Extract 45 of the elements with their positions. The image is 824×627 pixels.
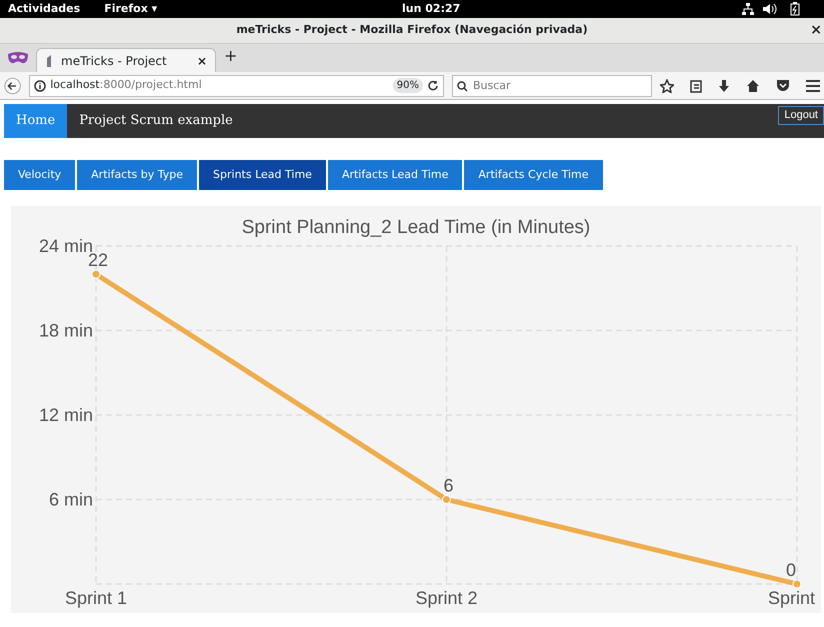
- zoom-badge[interactable]: 90%: [392, 78, 423, 93]
- chart-tab[interactable]: Artifacts Lead Time: [328, 160, 462, 190]
- chart-tab[interactable]: Velocity: [4, 160, 76, 190]
- back-icon[interactable]: [4, 76, 22, 96]
- x-tick-label: Sprint 1: [64, 588, 128, 608]
- page-icon: [45, 54, 53, 66]
- data-point: [442, 495, 451, 504]
- chart-title: Sprint Planning_2 Lead Time (in Minutes): [242, 217, 590, 238]
- y-tick-label: 18 min: [38, 320, 93, 340]
- nav-link[interactable]: Home: [4, 104, 68, 138]
- new-tab-button[interactable]: +: [224, 44, 238, 68]
- network-icon[interactable]: [742, 3, 754, 15]
- pocket-icon[interactable]: [776, 79, 790, 92]
- data-label: 0: [786, 560, 796, 580]
- y-tick-label: 12 min: [38, 405, 93, 425]
- close-button[interactable]: ×: [810, 20, 822, 41]
- browser-tab[interactable]: meTricks - Project ×: [36, 48, 216, 72]
- clipboard-icon[interactable]: [690, 78, 702, 92]
- download-icon[interactable]: [718, 78, 730, 92]
- data-point: [792, 580, 802, 588]
- url-text[interactable]: localhost:8000/project.html: [50, 77, 389, 94]
- window-title: meTricks - Project - Mozilla Firefox (Navegación privada): [236, 22, 588, 38]
- chart-tab[interactable]: Sprints Lead Time: [199, 160, 326, 190]
- star-icon[interactable]: [660, 78, 674, 92]
- logout-button[interactable]: Logout: [778, 106, 824, 124]
- app-menu[interactable]: Firefox ▾: [104, 0, 158, 18]
- x-tick-label: Sprint: [768, 588, 815, 608]
- chart-tab[interactable]: Artifacts Cycle Time: [464, 160, 603, 190]
- info-icon[interactable]: [34, 80, 46, 92]
- chart-tab[interactable]: Artifacts by Type: [77, 160, 198, 190]
- activities-button[interactable]: Actividades: [8, 0, 80, 18]
- home-icon[interactable]: [746, 78, 760, 92]
- search-field[interactable]: Buscar: [452, 74, 652, 96]
- data-label: 6: [444, 476, 454, 496]
- y-tick-label: 6 min: [48, 490, 93, 510]
- reload-icon[interactable]: [427, 80, 439, 92]
- battery-icon[interactable]: [790, 2, 800, 16]
- close-tab-button[interactable]: ×: [196, 52, 207, 70]
- clock: lun 02:27: [402, 0, 460, 17]
- nav-link[interactable]: Project Scrum example: [67, 104, 245, 138]
- volume-icon[interactable]: [763, 3, 777, 15]
- data-point: [92, 270, 100, 279]
- menu-icon[interactable]: [806, 80, 820, 92]
- mask-icon: [8, 52, 28, 64]
- x-tick-label: Sprint 2: [415, 588, 478, 608]
